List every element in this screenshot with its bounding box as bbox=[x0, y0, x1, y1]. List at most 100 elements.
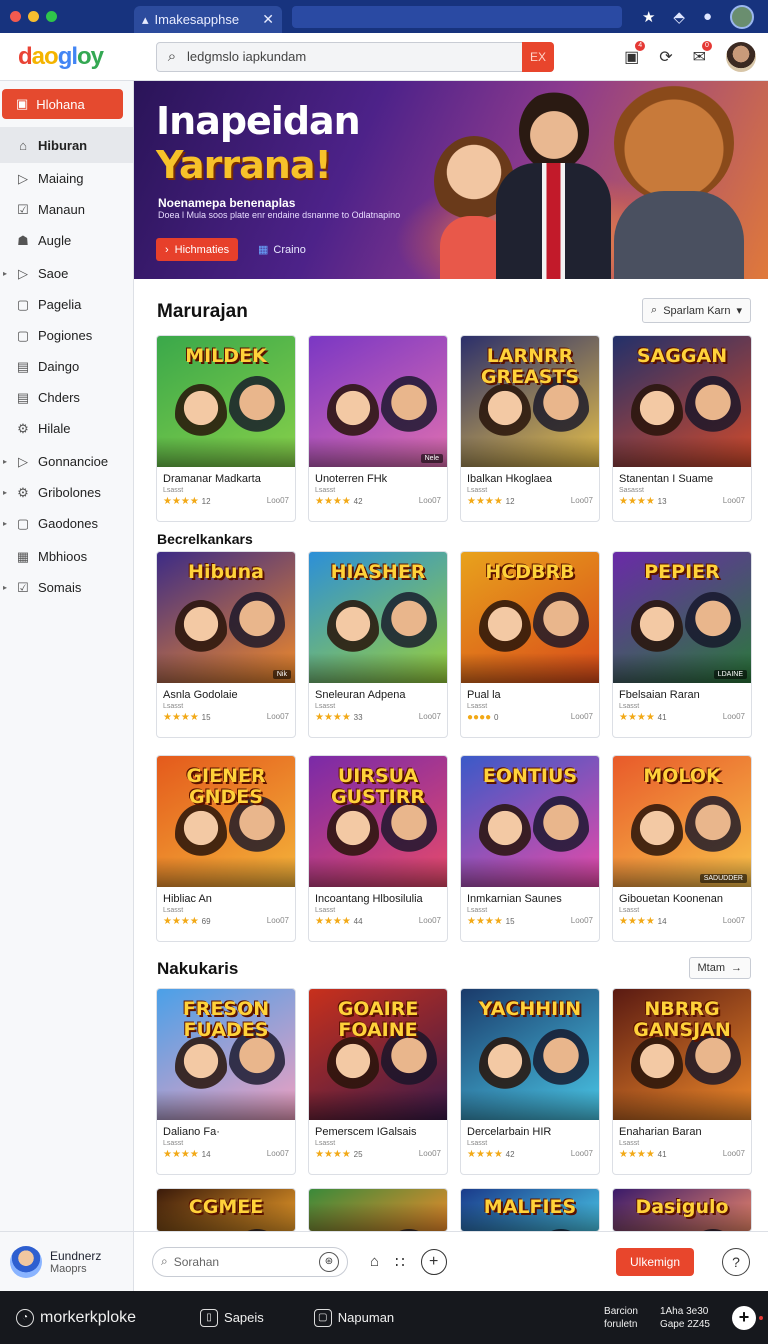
checkbox-icon: ☑ bbox=[17, 579, 29, 595]
game-card[interactable]: FRESON FUADES Daliano Fa· Lsasst ★★★★ 14 Loo… bbox=[156, 988, 296, 1175]
sort-dropdown[interactable]: ⌕ Sparlam Karn ▾ bbox=[642, 298, 751, 323]
expand-arrow-icon[interactable]: ▸ bbox=[3, 519, 7, 528]
rating-stars: ★★★★ bbox=[467, 916, 503, 927]
sidebar-item-gaodones[interactable]: ▸ ▢ Gaodones bbox=[0, 508, 133, 539]
game-card[interactable]: MOLOK SADUDDER Gibouetan Koonenan Lsasst ★★★… bbox=[612, 755, 752, 942]
voice-search-icon[interactable]: ⊛ bbox=[319, 1251, 339, 1272]
sidebar-item-mbhioos[interactable]: ▦ Mbhioos bbox=[0, 541, 133, 572]
game-rating-row: ★★★★ 44 Loo07 bbox=[309, 914, 447, 927]
thumbnail-title: HCDBRB bbox=[485, 561, 575, 583]
rating-count: 14 bbox=[657, 917, 667, 926]
game-card[interactable]: Nele Unoterren FHk Lsasst ★★★★ 42 Loo07 bbox=[308, 335, 448, 522]
thumbnail-character bbox=[327, 804, 379, 864]
game-card[interactable]: NBRRG GANSJAN Enaharian Baran Lsasst ★★★★ 4… bbox=[612, 988, 752, 1175]
extension-icon[interactable]: ⬘ bbox=[673, 8, 685, 26]
sidebar-item-hlohana[interactable]: ▣ Hlohana bbox=[2, 89, 123, 119]
primary-action-button[interactable]: Ulkemign bbox=[615, 1247, 694, 1276]
profile-sync-icon[interactable]: ● bbox=[703, 8, 712, 25]
game-card[interactable]: CGMEE bbox=[156, 1188, 296, 1231]
dropdown-value: Sparlam Karn bbox=[663, 304, 731, 317]
hero-cta-button[interactable]: › Hichmaties bbox=[156, 238, 239, 261]
close-window-button[interactable] bbox=[10, 11, 21, 22]
game-grid: GIENER GNDES Hibliac An Lsasst ★★★★ 69 Loo07… bbox=[156, 755, 752, 942]
taskbar-item-napuman[interactable]: ▢ Napuman bbox=[313, 1308, 394, 1327]
bottom-search-input[interactable]: ⌕ Sorahan ⊛ bbox=[152, 1246, 348, 1277]
address-bar[interactable] bbox=[292, 5, 622, 28]
tray-status[interactable]: Barcion foruletn bbox=[604, 1305, 638, 1331]
minimize-window-button[interactable] bbox=[28, 11, 39, 22]
game-card[interactable] bbox=[308, 1188, 448, 1231]
expand-arrow-icon[interactable]: ▸ bbox=[3, 457, 7, 466]
sidebar-item-saoe[interactable]: ▸ ▷ Saoe bbox=[0, 258, 133, 289]
expand-arrow-icon[interactable]: ▸ bbox=[3, 583, 7, 592]
expand-arrow-icon[interactable]: ▸ bbox=[3, 269, 7, 278]
game-rating-row: ★★★★ 13 Loo07 bbox=[613, 494, 751, 507]
section-title: Becrelkankars bbox=[157, 531, 253, 547]
messages-icon[interactable]: ✉ 0 bbox=[693, 40, 712, 67]
game-card[interactable]: SAGGAN Stanentan I Suame Sasasst ★★★★ 13 Loo… bbox=[612, 335, 752, 522]
game-card[interactable]: Dasigulo bbox=[612, 1188, 752, 1231]
sidebar-item-label: Chders bbox=[38, 390, 80, 405]
bookmark-star-icon[interactable]: ★ bbox=[642, 8, 655, 26]
sidebar-item-hilale[interactable]: ⚙ Hilale bbox=[0, 413, 133, 444]
more-icon[interactable]: ∷ bbox=[395, 1253, 405, 1271]
hero-secondary-button[interactable]: ▦ Craino bbox=[258, 238, 306, 261]
sidebar-item-pagelia[interactable]: ▢ Pagelia bbox=[0, 289, 133, 320]
sidebar-user[interactable]: Eundnerz Maoprs bbox=[0, 1231, 134, 1291]
game-card[interactable]: LARNRR GREASTS Ibalkan Hkoglaea Lsasst ★★★★… bbox=[460, 335, 600, 522]
add-button[interactable]: + bbox=[420, 1248, 447, 1275]
sidebar-item-somais[interactable]: ▸ ☑ Somais bbox=[0, 572, 133, 603]
sidebar-item-chders[interactable]: ▤ Chders bbox=[0, 382, 133, 413]
tray-clock[interactable]: 1Aha 3e30 Gape 2Z45 bbox=[660, 1305, 710, 1331]
game-card[interactable]: YACHHIIN Dercelarbain HIR Lsasst ★★★★ 42 Loo… bbox=[460, 988, 600, 1175]
sidebar-item-maiaing[interactable]: ▷ Maiaing bbox=[0, 163, 133, 194]
sidebar-item-gribolones[interactable]: ▸ ⚙ Gribolones bbox=[0, 477, 133, 508]
game-card[interactable]: PEPIER LDAINE Fbelsaian Raran Lsasst ★★★★ 41… bbox=[612, 551, 752, 738]
hero-banner[interactable]: Inapeidan Yarrana! Noenamepa benenaplas … bbox=[134, 81, 768, 279]
rating-count: 25 bbox=[353, 1150, 363, 1159]
tab-close-icon[interactable]: ✕ bbox=[262, 11, 274, 28]
dropdown-value: Mtam bbox=[697, 962, 726, 974]
sidebar-item-gonnancioe[interactable]: ▸ ▷ Gonnancioe bbox=[0, 446, 133, 477]
game-title: Daliano Fa· bbox=[163, 1126, 220, 1138]
game-card[interactable]: UIRSUA GUSTIRR Incoantang Hlbosilulia Lsas… bbox=[308, 755, 448, 942]
taskbar-item-sapeis[interactable]: ▯ Sapeis bbox=[200, 1308, 264, 1327]
game-card[interactable]: HCDBRB Pual la Lsasst ●●●● 0 Loo07 bbox=[460, 551, 600, 738]
game-meta: Lsasst bbox=[163, 907, 184, 914]
browser-profile-avatar[interactable] bbox=[730, 4, 754, 29]
sidebar-item-label: Saoe bbox=[38, 266, 69, 281]
game-card[interactable]: EONTIUS Inmkarnian Saunes Lsasst ★★★★ 15 Loo… bbox=[460, 755, 600, 942]
search-icon: ⌕ bbox=[167, 48, 177, 65]
search-input[interactable]: ⌕ ledgmslo iapkundam EX bbox=[156, 41, 554, 72]
sidebar-item-daingo[interactable]: ▤ Daingo bbox=[0, 351, 133, 382]
search-go-button[interactable]: EX bbox=[522, 41, 554, 72]
sidebar-item-augle[interactable]: ☗ Augle bbox=[0, 225, 133, 256]
game-card[interactable]: GIENER GNDES Hibliac An Lsasst ★★★★ 69 Loo07 bbox=[156, 755, 296, 942]
game-card[interactable]: GOAIRE FOAINE Pemerscem IGalsais Lsasst ★★★… bbox=[308, 988, 448, 1175]
thumbnail-title: CGMEE bbox=[188, 1196, 264, 1218]
thumbnail-title: FRESON FUADES bbox=[182, 998, 270, 1041]
game-card[interactable]: MALFIES bbox=[460, 1188, 600, 1231]
game-label: Loo07 bbox=[570, 496, 593, 505]
more-dropdown[interactable]: Mtam → bbox=[688, 957, 751, 979]
controller-icon[interactable]: ⌂ bbox=[370, 1253, 379, 1270]
thumbnail-title: LARNRR GREASTS bbox=[480, 345, 580, 388]
taskbar-app[interactable]: ◔ morkerkploke bbox=[16, 1308, 136, 1327]
rating-stars: ★★★★ bbox=[619, 712, 655, 723]
refresh-icon[interactable]: ⟳ bbox=[659, 47, 672, 67]
browser-tab[interactable]: ▴ Imakesapphse ✕ bbox=[134, 6, 282, 33]
game-card[interactable]: MILDEK Dramanar Madkarta Lsasst ★★★★ 12 Loo0… bbox=[156, 335, 296, 522]
game-card[interactable]: HIASHER Sneleuran Adpena Lsasst ★★★★ 33 Loo0… bbox=[308, 551, 448, 738]
maximize-window-button[interactable] bbox=[46, 11, 57, 22]
user-avatar[interactable] bbox=[726, 41, 756, 72]
new-item-button[interactable]: + bbox=[732, 1305, 763, 1330]
game-card[interactable]: Hibuna Nik Asnla Godolaie Lsasst ★★★★ 15 Loo0… bbox=[156, 551, 296, 738]
sidebar-item-manaun[interactable]: ☑ Manaun bbox=[0, 194, 133, 225]
expand-arrow-icon[interactable]: ▸ bbox=[3, 488, 7, 497]
sidebar-item-pogiones[interactable]: ▢ Pogiones bbox=[0, 320, 133, 351]
notifications-icon[interactable]: ▣ 4 bbox=[624, 40, 646, 67]
game-title: Enaharian Baran bbox=[619, 1126, 702, 1138]
help-icon[interactable]: ? bbox=[722, 1247, 750, 1276]
app-logo[interactable]: daogloy bbox=[0, 43, 134, 71]
sidebar-item-hiburan[interactable]: ⌂ Hiburan bbox=[0, 127, 133, 163]
